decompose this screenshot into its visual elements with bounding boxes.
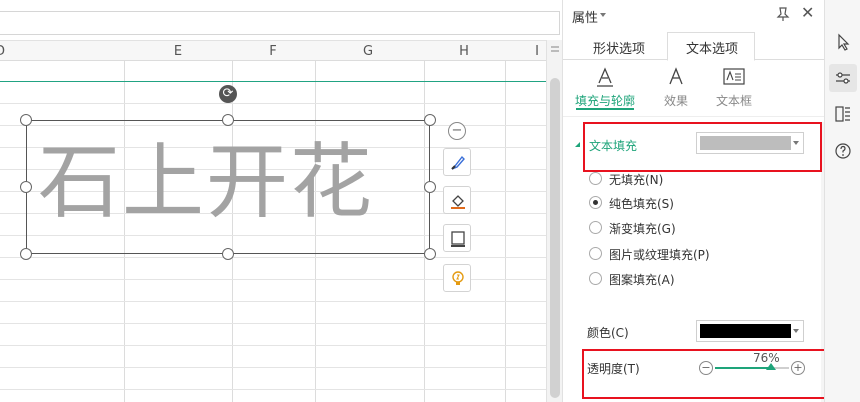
brush-icon [451,155,465,170]
text-box-icon [723,68,745,85]
subtab-fill-outline[interactable]: 填充与轮廓 [570,60,640,109]
resize-handle[interactable] [222,248,234,260]
color-swatch [700,324,791,338]
column-header: D E F G H I [0,40,546,61]
column-label-f[interactable]: F [263,44,283,59]
pin-icon[interactable] [776,6,790,22]
tab-text-options[interactable]: 文本选项 [686,38,738,57]
grid-line [0,345,546,346]
grid-line [0,323,546,324]
text-effect-icon [669,67,683,85]
subtab-text-box[interactable]: 文本框 [699,60,769,109]
selected-row-line [0,81,546,82]
layout-icon [835,106,850,122]
column-label-i[interactable]: I [527,44,547,59]
sub-tabs: 填充与轮廓 效果 文本框 [563,60,825,114]
style-brush-button[interactable] [443,148,471,176]
chevron-down-icon[interactable] [600,13,606,17]
resize-handle[interactable] [20,248,32,260]
scrollbar-thumb[interactable] [550,78,560,398]
cursor-arrow-icon [838,33,850,51]
radio-label: 无填充(N) [609,173,664,187]
expand-caret-icon[interactable] [575,142,580,147]
vertical-scrollbar[interactable] [546,40,562,402]
formula-input[interactable] [0,11,560,35]
resize-handle[interactable] [20,181,32,193]
grid-line [0,257,546,258]
outline-icon [451,231,465,247]
subtab-label: 文本框 [715,94,752,108]
option-tabs: 形状选项 文本选项 [563,32,825,61]
resize-handle[interactable] [424,181,436,193]
annotation-box [582,349,841,399]
grid-line [505,61,506,402]
right-toolbar [824,0,860,402]
grid-line [0,301,546,302]
sliders-icon [836,72,850,84]
radio-button[interactable] [589,272,602,285]
resize-handle[interactable] [424,248,436,260]
text-fill-icon [597,67,613,87]
resize-handle[interactable] [222,114,234,126]
spreadsheet-area: D E F G H I [0,0,560,402]
subtab-label: 填充与轮廓 [574,94,635,108]
radio-button[interactable] [589,221,602,234]
smart-tips-button[interactable] [443,264,471,292]
panel-title[interactable]: 属性 [572,7,598,26]
formula-bar [0,0,560,40]
divider [563,116,825,117]
radio-label: 图片或纹理填充(P) [609,248,710,262]
property-button[interactable] [829,64,857,92]
color-label: 颜色(C) [587,326,629,340]
rotate-handle-icon[interactable]: ⟳ [219,85,237,103]
radio-label: 图案填充(A) [609,273,675,287]
wordart-text[interactable]: 石上开花 [38,128,374,238]
active-subtab-indicator [576,108,634,110]
resize-handle[interactable] [20,114,32,126]
resize-handle[interactable] [424,114,436,126]
lightbulb-icon [452,271,464,285]
radio-label: 纯色填充(S) [609,197,674,211]
help-icon [835,143,851,159]
fill-button[interactable] [443,186,471,214]
grid-line [0,103,546,104]
column-label-g[interactable]: G [358,44,378,59]
panel-header: 属性 ✕ [563,0,825,30]
app-window: D E F G H I [0,0,860,402]
close-icon[interactable]: ✕ [801,5,814,21]
column-label-e[interactable]: E [168,44,188,59]
radio-button-selected[interactable] [589,196,602,209]
radio-button[interactable] [589,247,602,260]
outline-button[interactable] [443,224,471,252]
annotation-box [583,122,822,172]
select-tool-button[interactable] [829,28,857,56]
fill-bucket-icon [451,195,465,209]
column-label-h[interactable]: H [454,44,474,59]
tab-shape-options[interactable]: 形状选项 [593,38,645,57]
radio-button[interactable] [589,172,602,185]
grid-line [0,389,546,390]
chevron-down-icon [793,329,799,333]
radio-label: 渐变填充(G) [609,222,676,236]
grid-line [0,367,546,368]
column-label-d[interactable]: D [0,44,10,59]
property-panel: 属性 ✕ 形状选项 文本选项 填充与轮廓 效果 文本框 文本填充 无填充(N) … [562,0,841,402]
layout-button[interactable] [829,100,857,128]
color-dropdown[interactable] [696,320,804,342]
collapse-minus-icon[interactable]: − [448,122,466,140]
scroll-grip-icon [551,46,559,48]
help-button[interactable] [829,137,857,165]
